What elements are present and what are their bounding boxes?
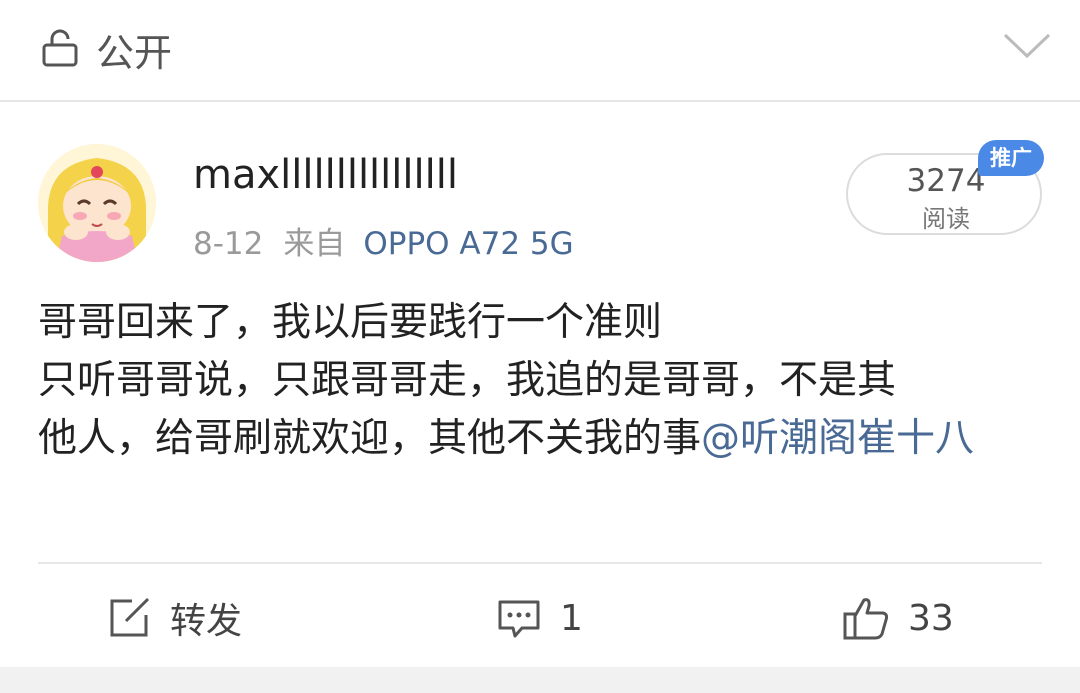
source-prefix: 来自 xyxy=(283,226,346,262)
post-card: 公开 maxllllllllllllllll 8-12 来自 OPPO A72 5G… xyxy=(0,0,1080,667)
divider xyxy=(38,562,1042,564)
like-count: 33 xyxy=(908,597,954,639)
repost-button[interactable]: 转发 xyxy=(106,590,242,646)
promote-badge[interactable]: 推广 xyxy=(978,140,1044,176)
post-line-text: 他人，给哥刷就欢迎，其他不关我的事 xyxy=(38,416,702,461)
edit-share-icon xyxy=(110,597,150,637)
avatar-image xyxy=(38,144,156,262)
comment-button[interactable]: 1 xyxy=(496,590,583,646)
mention-link[interactable]: @听潮阁崔十八 xyxy=(701,416,974,461)
thumbs-up-icon xyxy=(843,598,889,640)
author-name[interactable]: maxllllllllllllllll xyxy=(193,152,458,198)
avatar[interactable] xyxy=(38,144,156,262)
comment-count: 1 xyxy=(560,597,583,639)
visibility-label: 公开 xyxy=(96,31,173,75)
lock-icon xyxy=(42,29,78,67)
chevron-down-icon[interactable] xyxy=(1002,30,1052,60)
device-link[interactable]: OPPO A72 5G xyxy=(363,226,573,262)
post-line: 只听哥哥说，只跟哥哥走，我追的是哥哥，不是其 xyxy=(38,358,897,403)
post-line: 他人，给哥刷就欢迎，其他不关我的事@听潮阁崔十八 xyxy=(38,410,1048,468)
repost-label: 转发 xyxy=(170,601,243,642)
post-body: 哥哥回来了，我以后要践行一个准则 只听哥哥说，只跟哥哥走，我追的是哥哥，不是其 … xyxy=(38,294,1048,468)
comment-icon xyxy=(498,600,540,638)
read-label: 阅读 xyxy=(922,205,970,233)
visibility-selector[interactable]: 公开 xyxy=(0,0,1080,102)
like-button[interactable]: 33 xyxy=(842,590,954,646)
post-date: 8-12 xyxy=(193,226,264,262)
post-line: 哥哥回来了，我以后要践行一个准则 xyxy=(38,300,663,345)
post-meta: 8-12 来自 OPPO A72 5G xyxy=(193,218,574,263)
